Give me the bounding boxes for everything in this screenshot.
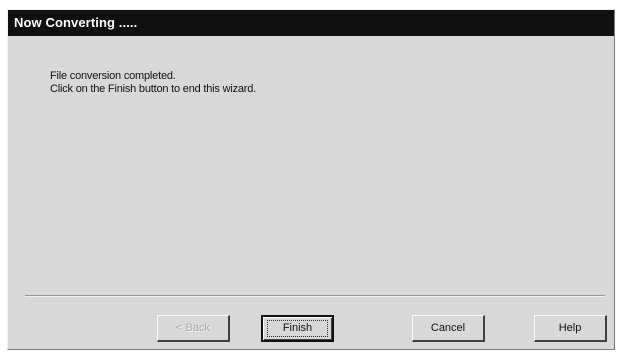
cancel-button[interactable]: Cancel <box>412 315 485 342</box>
wizard-dialog: Now Converting ..... File conversion com… <box>7 9 615 350</box>
finish-button[interactable]: Finish <box>261 315 334 342</box>
button-separator <box>25 295 605 297</box>
dialog-title: Now Converting ..... <box>14 15 138 30</box>
cancel-button-label: Cancel <box>430 322 466 334</box>
help-button-label: Help <box>558 322 582 334</box>
dialog-title-bar[interactable]: Now Converting ..... <box>8 10 614 36</box>
status-message-line-1: File conversion completed. <box>50 70 176 82</box>
status-message-line-2: Click on the Finish button to end this w… <box>50 83 257 95</box>
finish-button-label: Finish <box>282 322 313 334</box>
back-button-label: < Back <box>176 322 210 334</box>
status-message: File conversion completed. Click on the … <box>50 70 256 96</box>
back-button[interactable]: < Back <box>157 315 230 342</box>
help-button[interactable]: Help <box>534 315 607 342</box>
